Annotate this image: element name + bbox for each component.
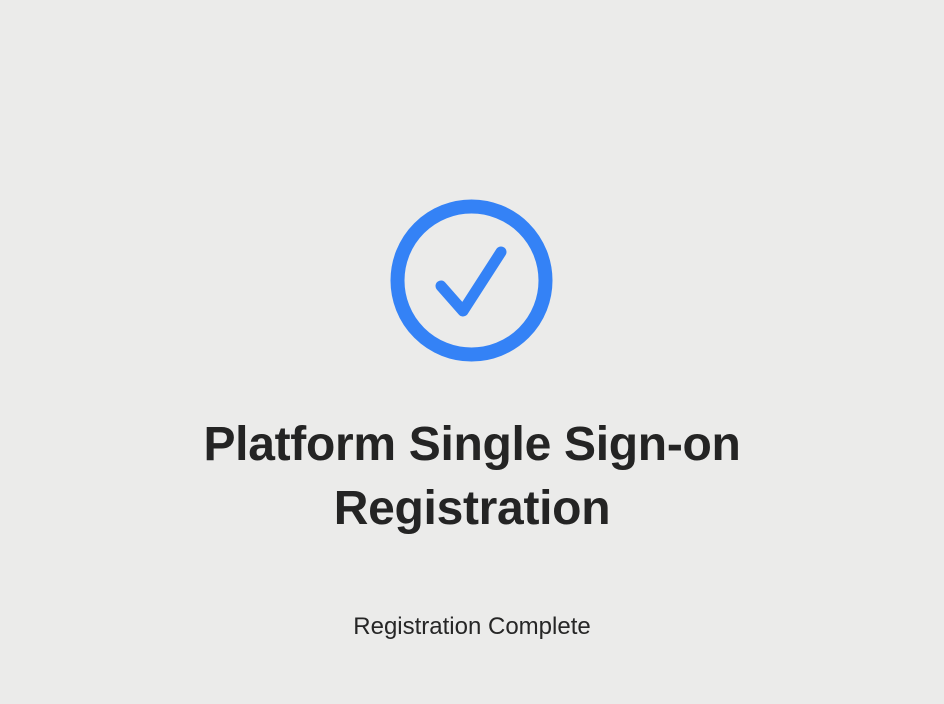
page-title: Platform Single Sign-on Registration [0,413,944,541]
status-message: Registration Complete [353,613,591,640]
page-title-line-2: Registration [333,482,611,535]
registration-panel: Platform Single Sign-on Registration Reg… [0,0,944,704]
checkmark-circle-icon [390,199,553,362]
page-title-line-1: Platform Single Sign-on [203,418,741,471]
